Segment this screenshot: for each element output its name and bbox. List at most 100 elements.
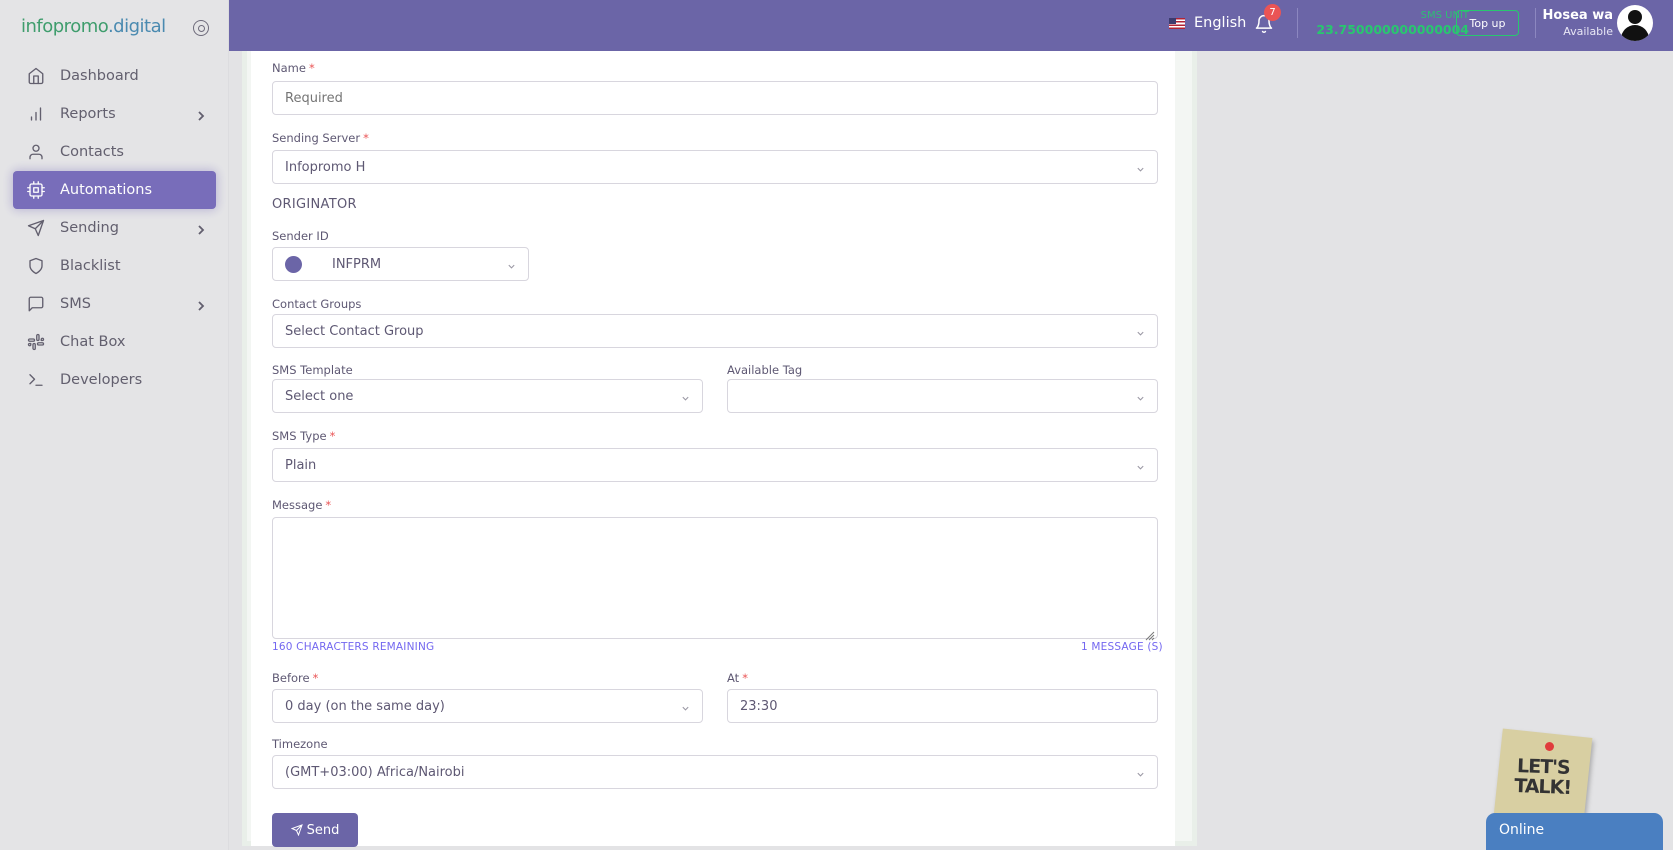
- lets-talk-text: LET'S TALK!: [1513, 755, 1572, 799]
- timezone-select[interactable]: (GMT+03:00) Africa/Nairobi: [272, 755, 1158, 789]
- sender-id-select[interactable]: INFPRM: [272, 247, 529, 281]
- sidebar-item-label: Reports: [60, 106, 116, 122]
- message-count: 1 MESSAGE (S): [1081, 641, 1163, 653]
- sending-server-label: Sending Server *: [272, 131, 369, 145]
- message-label: Message *: [272, 498, 332, 512]
- at-time-value: 23:30: [740, 698, 778, 714]
- user-info[interactable]: Hosea wa Available: [1535, 8, 1613, 38]
- chevron-down-icon: [507, 260, 516, 269]
- contact-groups-value: Select Contact Group: [285, 323, 424, 339]
- chevron-down-icon: [1136, 392, 1145, 401]
- sidebar-item-blacklist[interactable]: Blacklist: [13, 247, 216, 285]
- bar-chart-icon: [27, 105, 45, 123]
- pin-icon: [1545, 742, 1554, 751]
- sms-template-label: SMS Template: [272, 363, 353, 377]
- terminal-icon: [27, 371, 45, 389]
- sender-id-label: Sender ID: [272, 229, 329, 243]
- sms-template-select[interactable]: Select one: [272, 379, 703, 413]
- send-icon: [27, 219, 45, 237]
- at-time-input[interactable]: 23:30: [727, 689, 1158, 723]
- sms-unit-value: 23.750000000000004: [1316, 22, 1469, 37]
- sidebar-item-developers[interactable]: Developers: [13, 361, 216, 399]
- top-up-button[interactable]: Top up: [1456, 10, 1519, 36]
- chat-online-tab[interactable]: Online: [1486, 813, 1663, 850]
- user-status: Available: [1563, 25, 1613, 38]
- sidebar-item-dashboard[interactable]: Dashboard: [13, 57, 216, 95]
- name-field-label: Name *: [272, 61, 315, 75]
- radio-dot-icon: [285, 255, 302, 273]
- sidebar-toggle-icon[interactable]: [193, 20, 209, 36]
- sms-type-select[interactable]: Plain: [272, 448, 1158, 482]
- brand-name-part2: .digital: [107, 16, 166, 37]
- chevron-down-icon: [1136, 461, 1145, 470]
- at-label: At *: [727, 671, 748, 685]
- before-label: Before *: [272, 671, 319, 685]
- message-textarea[interactable]: [272, 517, 1158, 641]
- send-button-label: Send: [306, 822, 340, 838]
- sidebar-item-label: SMS: [60, 296, 91, 312]
- sending-server-select[interactable]: Infopromo H: [272, 150, 1158, 184]
- chevron-right-icon: [196, 223, 206, 235]
- sidebar-item-label: Developers: [60, 372, 143, 388]
- sidebar-item-contacts[interactable]: Contacts: [13, 133, 216, 171]
- home-icon: [27, 67, 45, 85]
- chevron-down-icon: [681, 702, 690, 711]
- resize-handle-icon[interactable]: [1145, 626, 1155, 641]
- sidebar-item-automations[interactable]: Automations: [13, 171, 216, 209]
- available-tag-select[interactable]: [727, 379, 1158, 413]
- sms-unit-label: SMS UNIT: [1420, 10, 1469, 21]
- originator-heading: ORIGINATOR: [272, 197, 357, 212]
- sidebar-nav: Dashboard Reports Contacts Automations S…: [13, 57, 216, 399]
- chevron-down-icon: [1136, 768, 1145, 777]
- brand-logo[interactable]: infopromo.digital: [21, 16, 166, 37]
- sidebar: infopromo.digital Dashboard Reports Cont…: [0, 0, 229, 850]
- brand-name-part1: infopromo: [21, 16, 108, 37]
- chevron-down-icon: [681, 392, 690, 401]
- top-navbar: English 7 SMS UNIT 23.750000000000004 To…: [229, 0, 1673, 51]
- sidebar-item-label: Dashboard: [60, 68, 139, 84]
- language-selector[interactable]: English: [1169, 15, 1246, 31]
- user-icon: [27, 143, 45, 161]
- sidebar-item-label: Automations: [60, 182, 153, 198]
- available-tag-label: Available Tag: [727, 363, 803, 377]
- lets-talk-sticker[interactable]: LET'S TALK!: [1493, 728, 1593, 826]
- before-select[interactable]: 0 day (on the same day): [272, 689, 703, 723]
- characters-remaining: 160 CHARACTERS REMAINING: [272, 641, 435, 653]
- slack-icon: [27, 333, 45, 351]
- send-icon: [290, 824, 303, 836]
- name-input[interactable]: [272, 81, 1158, 115]
- chevron-down-icon: [1136, 163, 1145, 172]
- send-button[interactable]: Send: [272, 813, 358, 847]
- sidebar-item-chat-box[interactable]: Chat Box: [13, 323, 216, 361]
- contact-groups-select[interactable]: Select Contact Group: [272, 314, 1158, 348]
- chevron-right-icon: [196, 109, 206, 121]
- sidebar-item-label: Chat Box: [60, 334, 126, 350]
- sender-id-value: INFPRM: [332, 256, 382, 272]
- contact-groups-label: Contact Groups: [272, 297, 362, 311]
- us-flag-icon: [1169, 17, 1185, 29]
- chevron-right-icon: [196, 299, 206, 311]
- sidebar-item-sending[interactable]: Sending: [13, 209, 216, 247]
- message-square-icon: [27, 295, 45, 313]
- sms-unit-balance: SMS UNIT 23.750000000000004: [1309, 10, 1469, 37]
- user-name: Hosea wa: [1542, 8, 1613, 23]
- sidebar-item-label: Blacklist: [60, 258, 121, 274]
- sidebar-item-label: Contacts: [60, 144, 124, 160]
- sidebar-item-label: Sending: [60, 220, 119, 236]
- timezone-label: Timezone: [272, 737, 328, 751]
- sidebar-item-sms[interactable]: SMS: [13, 285, 216, 323]
- avatar[interactable]: [1617, 5, 1653, 41]
- sidebar-item-reports[interactable]: Reports: [13, 95, 216, 133]
- sms-type-value: Plain: [285, 457, 317, 473]
- notification-badge: 7: [1264, 4, 1281, 21]
- sending-server-value: Infopromo H: [285, 159, 366, 175]
- sms-template-value: Select one: [285, 388, 354, 404]
- header-divider: [1297, 8, 1298, 38]
- chevron-down-icon: [1136, 327, 1145, 336]
- language-label: English: [1194, 15, 1247, 31]
- before-value: 0 day (on the same day): [285, 698, 445, 714]
- sms-type-label: SMS Type *: [272, 429, 336, 443]
- cpu-icon: [27, 181, 45, 199]
- shield-icon: [27, 257, 45, 275]
- timezone-value: (GMT+03:00) Africa/Nairobi: [285, 764, 465, 780]
